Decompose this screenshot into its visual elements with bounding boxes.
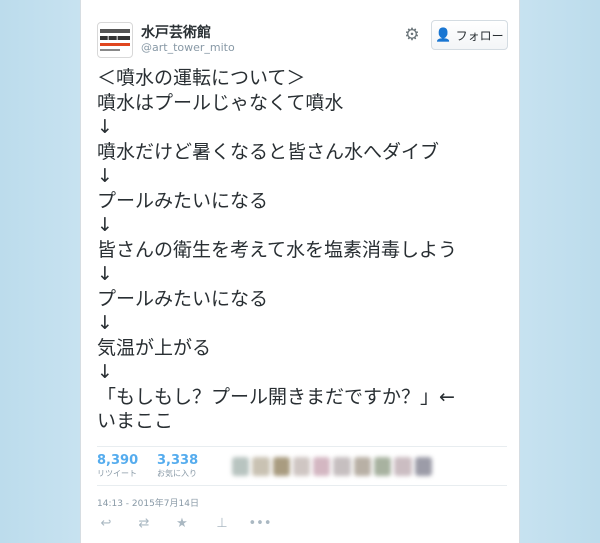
tweet-line: ↓ — [97, 361, 113, 383]
favoriter-avatar[interactable] — [353, 457, 372, 476]
tweet-line: ↓ — [97, 263, 113, 285]
follow-button[interactable]: 👤 フォロー — [431, 20, 508, 50]
tweet-line: ＜噴水の運転について＞ — [97, 67, 306, 89]
gear-icon[interactable]: ⚙ — [401, 24, 423, 46]
favoriter-avatars — [232, 457, 432, 477]
tweet-line: プールみたいになる — [97, 189, 269, 212]
favoriter-avatar[interactable] — [333, 457, 351, 476]
tweet-timestamp[interactable]: 14:13 - 2015年7月14日 — [97, 496, 199, 509]
favoriter-avatar[interactable] — [272, 457, 290, 476]
display-name[interactable]: 水戸芸術館 — [141, 22, 211, 42]
tweet-line: 噴水だけど暑くなると皆さん水へダイブ — [97, 140, 440, 163]
retweet-icon[interactable]: ⇄ — [135, 514, 153, 532]
follow-button-label: フォロー — [455, 28, 504, 43]
retweet-count: 8,390 — [97, 453, 139, 468]
retweet-stat[interactable]: 8,390 リツイート — [97, 453, 138, 479]
tweet-line: 皆さんの衛生を考えて水を塩素消毒しよう — [97, 238, 458, 261]
tweet-line: 「もしもし？プール開きまだですか？」← — [97, 385, 455, 408]
tweet-line: 噴水はプールじゃなくて噴水 — [97, 91, 344, 114]
more-icon[interactable]: ••• — [249, 514, 272, 532]
avatar[interactable] — [97, 22, 133, 58]
favoriter-avatar[interactable] — [374, 457, 392, 476]
tweet-line: ↓ — [97, 165, 113, 187]
retweet-label: リツイート — [97, 469, 137, 478]
star-icon[interactable]: ★ — [173, 514, 191, 532]
tweet-actions: ↩ ⇄ ★ ⊥ ••• — [97, 514, 297, 532]
follow-icon[interactable]: ⊥ — [213, 514, 231, 532]
tweet-stats: 8,390 リツイート 3,338 お気に入り — [97, 446, 507, 486]
background-left — [0, 0, 80, 543]
favorite-stat[interactable]: 3,338 お気に入り — [157, 453, 198, 479]
tweet-line: ↓ — [97, 214, 113, 236]
tweet-line: プールみたいになる — [97, 287, 269, 310]
tweet-line: ↓ — [97, 116, 113, 138]
tweet-text: ＜噴水の運転について＞ 噴水はプールじゃなくて噴水 ↓ 噴水だけど暑くなると皆さん水へ… — [97, 66, 512, 434]
background-right — [520, 0, 600, 543]
tweet-card: 水戸芸術館 @art_tower_mito ⚙ 👤 フォロー ＜噴水の運転につい… — [80, 0, 520, 543]
favorite-count: 3,338 — [157, 453, 199, 468]
favoriter-avatar[interactable] — [394, 457, 412, 476]
favoriter-avatar[interactable] — [414, 457, 432, 476]
screen-name[interactable]: @art_tower_mito — [141, 41, 235, 54]
tweet-line: いまここ — [97, 410, 174, 432]
reply-icon[interactable]: ↩ — [97, 514, 115, 532]
tweet-line: 気温が上がる — [97, 336, 212, 359]
favoriter-avatar[interactable] — [232, 457, 250, 476]
tweet-line: ↓ — [97, 312, 113, 334]
favorite-label: お気に入り — [157, 469, 197, 478]
favoriter-avatar[interactable] — [292, 457, 311, 476]
follow-user-icon: 👤 — [435, 27, 452, 43]
favoriter-avatar[interactable] — [252, 457, 270, 476]
favoriter-avatar[interactable] — [313, 457, 331, 476]
